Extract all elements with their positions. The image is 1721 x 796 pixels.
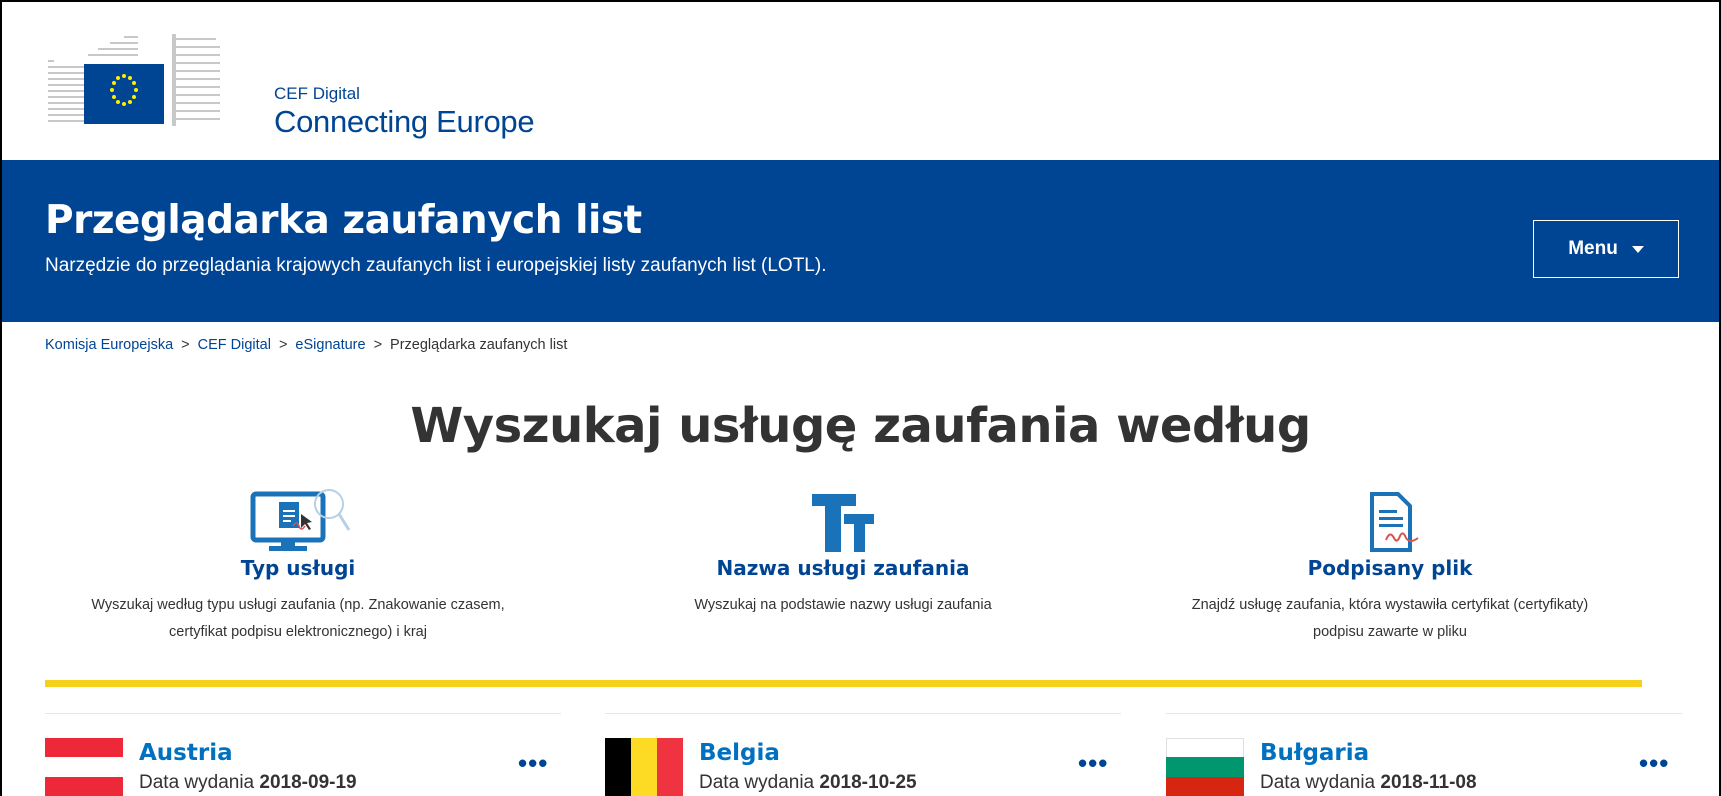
option-title-service-type[interactable]: Typ usługi: [18, 556, 578, 580]
text-size-icon: [563, 486, 1123, 554]
issue-date-value: 2018-11-08: [1380, 772, 1477, 793]
search-option-service-name[interactable]: Nazwa usługi zaufania Wyszukaj na podsta…: [563, 486, 1123, 619]
issue-date: Data wydania 2018-11-08: [1260, 772, 1477, 794]
issue-date-label: Data wydania: [699, 772, 815, 793]
option-description-line: podpisu zawarte w pliku: [1313, 624, 1467, 640]
country-name[interactable]: Belgia: [699, 740, 780, 766]
option-title-service-name[interactable]: Nazwa usługi zaufania: [563, 556, 1123, 580]
country-name[interactable]: Bułgaria: [1260, 740, 1369, 766]
card-divider: [45, 713, 561, 714]
card-divider: [1166, 713, 1682, 714]
logo-line-connecting-europe: Connecting Europe: [274, 104, 535, 139]
breadcrumb-link-european-commission[interactable]: Komisja Europejska: [45, 337, 173, 353]
site-title: Przeglądarka zaufanych list: [45, 198, 642, 243]
monitor-search-icon: [18, 486, 578, 554]
breadcrumb-current: Przeglądarka zaufanych list: [390, 337, 568, 353]
more-options-icon[interactable]: •••: [518, 748, 548, 779]
option-description-line: certyfikat podpisu elektronicznego) i kr…: [169, 624, 427, 640]
signed-document-icon: [1110, 486, 1670, 554]
austria-flag-icon: [45, 738, 123, 796]
logo-line-cef: CEF Digital: [274, 84, 360, 103]
issue-date-value: 2018-10-25: [819, 772, 917, 793]
option-description: Wyszukaj według typu usługi zaufania (np…: [18, 592, 578, 646]
european-commission-logo[interactable]: [48, 34, 268, 138]
bulgaria-flag-icon: [1166, 738, 1244, 796]
country-card-belgium[interactable]: Belgia Data wydania 2018-10-25 •••: [605, 738, 1115, 796]
belgium-flag-icon: [605, 738, 683, 796]
option-description-line: Wyszukaj według typu usługi zaufania (np…: [91, 597, 505, 613]
breadcrumb-separator: >: [278, 337, 288, 353]
issue-date-label: Data wydania: [1260, 772, 1376, 793]
caret-down-icon: [1631, 245, 1644, 253]
breadcrumb-separator: >: [373, 337, 383, 353]
country-card-austria[interactable]: Austria Data wydania 2018-09-19 •••: [45, 738, 555, 796]
page-title: Wyszukaj usługę zaufania według: [410, 398, 1311, 454]
breadcrumb: Komisja Europejska > CEF Digital > eSign…: [45, 337, 567, 353]
issue-date-value: 2018-09-19: [259, 772, 357, 793]
site-subtitle: Narzędzie do przeglądania krajowych zauf…: [45, 255, 827, 276]
option-description-line: Wyszukaj na podstawie nazwy usługi zaufa…: [694, 597, 992, 613]
search-option-service-type[interactable]: Typ usługi Wyszukaj według typu usługi z…: [18, 486, 578, 646]
issue-date: Data wydania 2018-09-19: [139, 772, 357, 794]
search-option-signed-file[interactable]: Podpisany plik Znajdź usługę zaufania, k…: [1110, 486, 1670, 646]
option-description: Znajdź usługę zaufania, która wystawiła …: [1110, 592, 1670, 646]
issue-date: Data wydania 2018-10-25: [699, 772, 917, 794]
option-description-line: Znajdź usługę zaufania, która wystawiła …: [1191, 597, 1589, 613]
more-options-icon[interactable]: •••: [1078, 748, 1108, 779]
option-description: Wyszukaj na podstawie nazwy usługi zaufa…: [563, 592, 1123, 619]
issue-date-label: Data wydania: [139, 772, 255, 793]
breadcrumb-link-esignature[interactable]: eSignature: [295, 337, 365, 353]
country-name[interactable]: Austria: [139, 740, 233, 766]
card-divider: [605, 713, 1121, 714]
site-header: CEF Digital Connecting Europe: [2, 2, 1719, 160]
breadcrumb-link-cef-digital[interactable]: CEF Digital: [198, 337, 271, 353]
page-banner: Przeglądarka zaufanych list Narzędzie do…: [2, 160, 1719, 322]
more-options-icon[interactable]: •••: [1639, 748, 1669, 779]
country-card-bulgaria[interactable]: Bułgaria Data wydania 2018-11-08 •••: [1166, 738, 1676, 796]
menu-button[interactable]: Menu: [1533, 220, 1679, 278]
breadcrumb-separator: >: [181, 337, 190, 353]
option-title-signed-file[interactable]: Podpisany plik: [1110, 556, 1670, 580]
logo-text[interactable]: CEF Digital Connecting Europe: [274, 84, 535, 140]
menu-button-label: Menu: [1568, 238, 1618, 259]
section-divider: [45, 680, 1642, 687]
